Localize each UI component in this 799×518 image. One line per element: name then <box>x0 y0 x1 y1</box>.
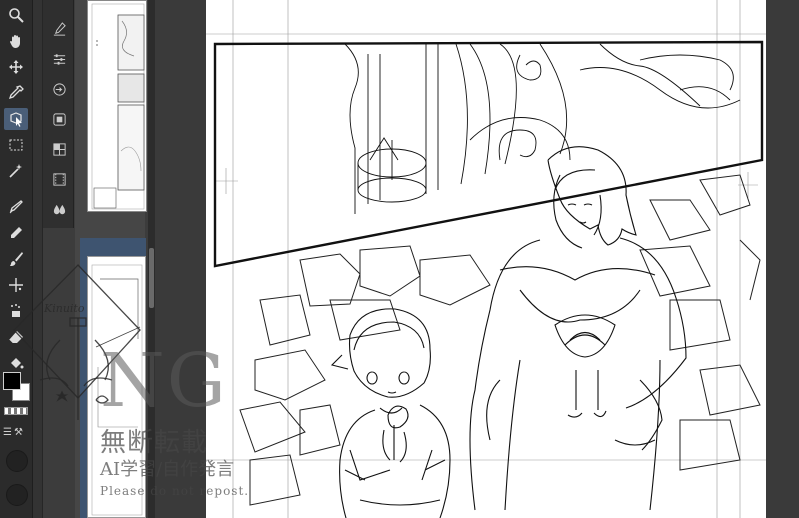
tool-settings-icon[interactable]: ⚒ <box>14 427 23 438</box>
tool-palette: ☰ ⚒ <box>0 0 33 518</box>
selection-tool-button[interactable] <box>4 134 28 156</box>
color-drops-icon[interactable] <box>49 200 69 218</box>
eyedropper-icon <box>8 85 24 100</box>
panel-icon-strip <box>43 0 74 228</box>
object-tool-button[interactable] <box>4 108 28 130</box>
material-icon[interactable] <box>49 140 69 158</box>
move-arrows-icon <box>9 60 23 74</box>
hand-icon <box>10 35 20 48</box>
watermark-english: Please do not repost. <box>100 484 250 498</box>
clip-studio-window: ☰ ⚒ Kinuito NG 無断転載 AI学習/自作発言 Please do … <box>0 0 799 518</box>
brush-size-preview[interactable] <box>6 450 28 472</box>
magnifier-icon <box>9 8 24 23</box>
pen-tool-button[interactable] <box>4 196 28 218</box>
object-select-icon <box>10 112 22 127</box>
brush-tool-button[interactable] <box>4 248 28 270</box>
layer-property-icon[interactable] <box>49 20 69 38</box>
brush-size-preview-2[interactable] <box>6 484 28 506</box>
zoom-tool-button[interactable] <box>4 4 28 26</box>
sparkle-icon <box>9 278 23 292</box>
watermark-no-repost-jp: 無断転載 <box>100 428 209 458</box>
history-icon[interactable] <box>49 80 69 98</box>
bucket-icon <box>11 358 24 369</box>
sliders-icon[interactable] <box>49 50 69 68</box>
auto-select-tool-button[interactable] <box>4 160 28 182</box>
palette-options: ☰ ⚒ <box>3 425 31 439</box>
watermark-ng: NG <box>100 338 228 424</box>
eraser-icon <box>8 331 23 345</box>
main-color-swatch[interactable] <box>3 372 21 390</box>
airbrush-icon <box>11 304 20 317</box>
menu-icon[interactable]: ☰ <box>3 427 12 438</box>
hand-tool-button[interactable] <box>4 30 28 52</box>
page-thumbnail-1[interactable] <box>87 0 147 212</box>
airbrush-tool-button[interactable] <box>4 300 28 322</box>
move-tool-button[interactable] <box>4 56 28 78</box>
pencil-icon <box>11 227 22 238</box>
brush-icon <box>10 252 23 266</box>
fill-tool-button[interactable] <box>4 352 28 374</box>
watermark-ai-line: AI学習/自作発言 <box>100 459 235 480</box>
marquee-icon <box>9 139 23 151</box>
scrollbar-thumb[interactable] <box>149 248 154 308</box>
filmstrip-icon[interactable] <box>49 170 69 188</box>
panel-divider[interactable] <box>33 0 43 518</box>
decoration-tool-button[interactable] <box>4 274 28 296</box>
navigator-icon[interactable] <box>49 110 69 128</box>
eyedropper-tool-button[interactable] <box>4 82 28 104</box>
pen-nib-icon <box>9 200 23 214</box>
magic-wand-icon <box>9 164 22 178</box>
transparent-color-swatch[interactable] <box>4 407 28 415</box>
watermark-brand: Kinuito <box>44 302 85 315</box>
eraser-tool-button[interactable] <box>4 326 28 348</box>
manga-page-canvas[interactable] <box>206 0 766 518</box>
pencil-tool-button[interactable] <box>4 222 28 244</box>
canvas-right-margin <box>766 0 799 518</box>
